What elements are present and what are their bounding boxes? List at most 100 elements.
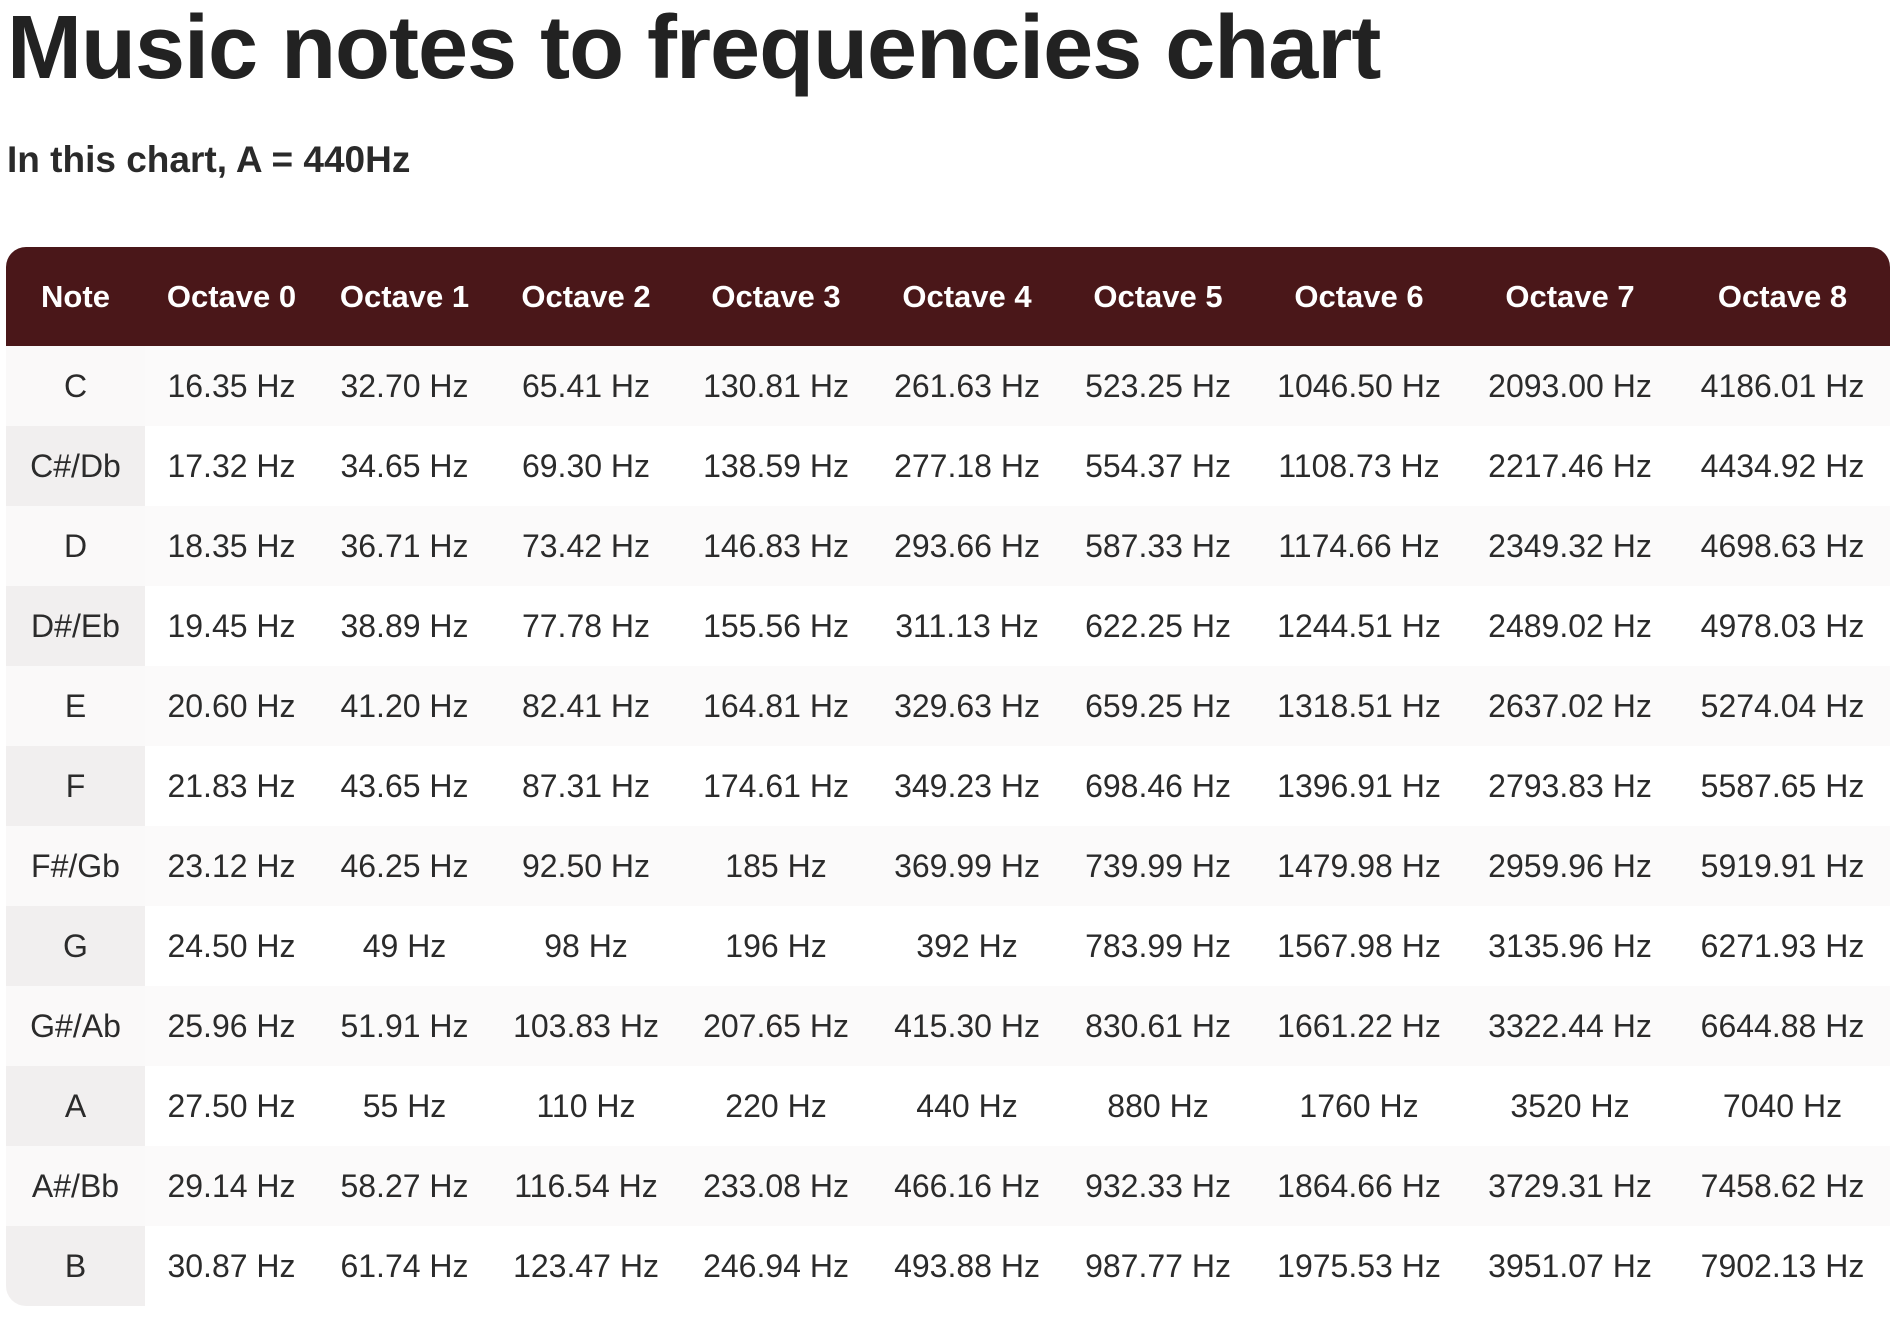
frequency-cell-octave-6: 1975.53 Hz	[1253, 1226, 1465, 1306]
frequency-cell-octave-8: 4434.92 Hz	[1675, 426, 1890, 506]
table-body: C 16.35 Hz 32.70 Hz 65.41 Hz 130.81 Hz 261.63…	[6, 346, 1890, 1306]
frequency-cell-octave-1: 49 Hz	[318, 906, 491, 986]
frequency-cell-octave-1: 34.65 Hz	[318, 426, 491, 506]
frequency-cell-octave-3: 155.56 Hz	[681, 586, 871, 666]
column-header-octave-8: Octave 8	[1717, 278, 1848, 314]
table-row: A 27.50 Hz 55 Hz 110 Hz 220 Hz 440 Hz 880 Hz 17…	[6, 1066, 1890, 1146]
frequency-cell-octave-2: 110 Hz	[491, 1066, 681, 1146]
column-header-octave-4: Octave 4	[902, 278, 1032, 314]
frequency-cell-octave-6: 1396.91 Hz	[1253, 746, 1465, 826]
frequency-cell-octave-8: 7458.62 Hz	[1675, 1146, 1890, 1226]
frequency-cell-octave-3: 207.65 Hz	[681, 986, 871, 1066]
frequency-cell-octave-3: 185 Hz	[681, 826, 871, 906]
frequency-cell-octave-1: 41.20 Hz	[318, 666, 491, 746]
frequency-cell-octave-3: 246.94 Hz	[681, 1226, 871, 1306]
frequency-cell-octave-1: 51.91 Hz	[318, 986, 491, 1066]
table-row: G 24.50 Hz 49 Hz 98 Hz 196 Hz 392 Hz 783.99 Hz…	[6, 906, 1890, 986]
frequency-cell-octave-8: 5919.91 Hz	[1675, 826, 1890, 906]
frequency-cell-octave-4: 311.13 Hz	[871, 586, 1063, 666]
frequency-cell-octave-2: 123.47 Hz	[491, 1226, 681, 1306]
frequency-cell-octave-5: 698.46 Hz	[1063, 746, 1253, 826]
frequency-cell-octave-3: 130.81 Hz	[681, 346, 871, 426]
note-name-cell: A	[6, 1066, 145, 1146]
frequency-table-container: Note Octave 0 Octave 1 Octave 2 Octave 3…	[6, 247, 1890, 1306]
note-name-cell: F#/Gb	[6, 826, 145, 906]
frequency-cell-octave-8: 5587.65 Hz	[1675, 746, 1890, 826]
frequency-cell-octave-4: 369.99 Hz	[871, 826, 1063, 906]
table-row: E 20.60 Hz 41.20 Hz 82.41 Hz 164.81 Hz 329.63…	[6, 666, 1890, 746]
table-row: D#/Eb 19.45 Hz 38.89 Hz 77.78 Hz 155.56 Hz 31…	[6, 586, 1890, 666]
frequency-cell-octave-3: 138.59 Hz	[681, 426, 871, 506]
table-row: A#/Bb 29.14 Hz 58.27 Hz 116.54 Hz 233.08 Hz 4…	[6, 1146, 1890, 1226]
frequency-cell-octave-7: 3135.96 Hz	[1465, 906, 1675, 986]
frequency-cell-octave-3: 164.81 Hz	[681, 666, 871, 746]
frequency-cell-octave-4: 466.16 Hz	[871, 1146, 1063, 1226]
note-name-cell: F	[6, 746, 145, 826]
note-name-cell: B	[6, 1226, 145, 1306]
frequency-cell-octave-6: 1864.66 Hz	[1253, 1146, 1465, 1226]
frequency-cell-octave-0: 19.45 Hz	[145, 586, 318, 666]
frequency-cell-octave-7: 2959.96 Hz	[1465, 826, 1675, 906]
note-name-cell: A#/Bb	[6, 1146, 145, 1226]
frequency-cell-octave-2: 77.78 Hz	[491, 586, 681, 666]
frequency-cell-octave-0: 16.35 Hz	[145, 346, 318, 426]
frequency-cell-octave-0: 18.35 Hz	[145, 506, 318, 586]
note-name-cell: D	[6, 506, 145, 586]
column-header-octave-3: Octave 3	[711, 278, 841, 314]
frequency-cell-octave-2: 69.30 Hz	[491, 426, 681, 506]
frequency-cell-octave-7: 3322.44 Hz	[1465, 986, 1675, 1066]
table-header: Note Octave 0 Octave 1 Octave 2 Octave 3…	[6, 247, 1890, 346]
frequency-cell-octave-5: 587.33 Hz	[1063, 506, 1253, 586]
frequency-cell-octave-3: 174.61 Hz	[681, 746, 871, 826]
frequency-cell-octave-2: 98 Hz	[491, 906, 681, 986]
frequency-cell-octave-8: 7040 Hz	[1675, 1066, 1890, 1146]
frequency-cell-octave-5: 987.77 Hz	[1063, 1226, 1253, 1306]
frequency-cell-octave-4: 440 Hz	[871, 1066, 1063, 1146]
frequency-cell-octave-0: 20.60 Hz	[145, 666, 318, 746]
note-name-cell: C#/Db	[6, 426, 145, 506]
frequency-cell-octave-0: 23.12 Hz	[145, 826, 318, 906]
frequency-cell-octave-8: 4978.03 Hz	[1675, 586, 1890, 666]
frequency-cell-octave-6: 1174.66 Hz	[1253, 506, 1465, 586]
frequency-cell-octave-7: 2093.00 Hz	[1465, 346, 1675, 426]
table-row: F#/Gb 23.12 Hz 46.25 Hz 92.50 Hz 185 Hz 369.9…	[6, 826, 1890, 906]
frequency-cell-octave-1: 32.70 Hz	[318, 346, 491, 426]
frequency-cell-octave-7: 2217.46 Hz	[1465, 426, 1675, 506]
frequency-cell-octave-2: 92.50 Hz	[491, 826, 681, 906]
frequency-cell-octave-7: 2637.02 Hz	[1465, 666, 1675, 746]
frequency-cell-octave-0: 27.50 Hz	[145, 1066, 318, 1146]
frequency-cell-octave-5: 932.33 Hz	[1063, 1146, 1253, 1226]
note-name-cell: C	[6, 346, 145, 426]
table-row: B 30.87 Hz 61.74 Hz 123.47 Hz 246.94 Hz 493.8…	[6, 1226, 1890, 1306]
table-row: G#/Ab 25.96 Hz 51.91 Hz 103.83 Hz 207.65 Hz 4…	[6, 986, 1890, 1066]
frequency-cell-octave-5: 523.25 Hz	[1063, 346, 1253, 426]
frequency-cell-octave-7: 2349.32 Hz	[1465, 506, 1675, 586]
frequency-cell-octave-3: 233.08 Hz	[681, 1146, 871, 1226]
column-header-note: Note	[41, 278, 110, 314]
frequency-cell-octave-0: 24.50 Hz	[145, 906, 318, 986]
note-name-cell: E	[6, 666, 145, 746]
frequency-cell-octave-1: 38.89 Hz	[318, 586, 491, 666]
frequency-cell-octave-2: 73.42 Hz	[491, 506, 681, 586]
column-header-octave-0: Octave 0	[166, 278, 297, 314]
frequency-cell-octave-8: 4186.01 Hz	[1675, 346, 1890, 426]
frequency-cell-octave-8: 5274.04 Hz	[1675, 666, 1890, 746]
frequency-cell-octave-2: 87.31 Hz	[491, 746, 681, 826]
frequency-cell-octave-5: 739.99 Hz	[1063, 826, 1253, 906]
frequency-cell-octave-8: 6271.93 Hz	[1675, 906, 1890, 986]
frequency-cell-octave-7: 2489.02 Hz	[1465, 586, 1675, 666]
frequency-cell-octave-6: 1567.98 Hz	[1253, 906, 1465, 986]
frequency-cell-octave-4: 261.63 Hz	[871, 346, 1063, 426]
column-header-octave-1: Octave 1	[339, 278, 470, 314]
frequency-cell-octave-1: 61.74 Hz	[318, 1226, 491, 1306]
frequency-cell-octave-6: 1760 Hz	[1253, 1066, 1465, 1146]
frequency-cell-octave-6: 1244.51 Hz	[1253, 586, 1465, 666]
frequency-cell-octave-8: 6644.88 Hz	[1675, 986, 1890, 1066]
frequency-cell-octave-7: 3520 Hz	[1465, 1066, 1675, 1146]
column-header-octave-6: Octave 6	[1294, 278, 1424, 314]
table-row: C#/Db 17.32 Hz 34.65 Hz 69.30 Hz 138.59 Hz 27…	[6, 426, 1890, 506]
frequency-cell-octave-6: 1046.50 Hz	[1253, 346, 1465, 426]
frequency-cell-octave-4: 349.23 Hz	[871, 746, 1063, 826]
frequency-cell-octave-7: 2793.83 Hz	[1465, 746, 1675, 826]
frequency-cell-octave-7: 3729.31 Hz	[1465, 1146, 1675, 1226]
